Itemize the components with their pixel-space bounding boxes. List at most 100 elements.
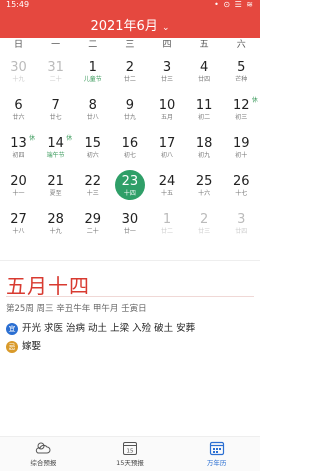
calendar-day[interactable]: 1 廿二 xyxy=(149,207,186,245)
day-number: 23 xyxy=(121,174,139,189)
day-number: 17 xyxy=(158,136,176,151)
status-time: 15:49 xyxy=(6,0,30,9)
holiday-rest-badge: 休 xyxy=(251,97,258,104)
weekday-label: 五 xyxy=(199,40,209,50)
calendar-day[interactable]: 4 廿四 xyxy=(186,55,223,93)
day-number: 25 xyxy=(195,174,213,189)
date-info: 第25周 周三 辛丑牛年 甲午月 壬寅日 xyxy=(6,304,147,314)
weekday-header: 日 一 二 三 四 五 六 xyxy=(0,38,260,52)
lunar-day: 二十 xyxy=(49,76,62,83)
weekday-label: 三 xyxy=(125,40,135,50)
ji-row: 忌嫁娶 xyxy=(6,338,41,353)
calendar-day[interactable]: 21 夏至 xyxy=(37,169,74,207)
calendar-day[interactable]: 31 二十 xyxy=(37,55,74,93)
yi-badge: 宜 xyxy=(6,322,18,335)
weekday-label: 日 xyxy=(14,40,24,50)
lunar-day: 儿童节 xyxy=(83,76,102,83)
day-number: 18 xyxy=(195,136,213,151)
nav-15day-forecast[interactable]: 15 15天预报 xyxy=(87,437,174,471)
ji-badge: 忌 xyxy=(6,340,18,353)
calendar-day[interactable]: 17 初八 xyxy=(149,131,186,169)
lunar-day: 初八 xyxy=(161,152,174,159)
calendar-day[interactable]: 18 初九 xyxy=(186,131,223,169)
lunar-day: 芒种 xyxy=(235,76,248,83)
weekday-label: 二 xyxy=(88,40,98,50)
month-title: 2021年6月 xyxy=(90,19,158,34)
calendar-day[interactable]: 16 初七 xyxy=(111,131,148,169)
calendar-day[interactable]: 6 廿六 xyxy=(0,93,37,131)
lunar-day: 廿四 xyxy=(198,76,211,83)
calendar-day[interactable]: 22 十三 xyxy=(74,169,111,207)
lunar-day: 廿六 xyxy=(12,114,25,121)
day-number: 31 xyxy=(47,60,64,75)
day-number: 6 xyxy=(14,98,23,113)
calendar-day[interactable]: 1 儿童节 xyxy=(74,55,111,93)
calendar-day[interactable]: 26 十七 xyxy=(223,169,260,207)
calendar-day[interactable]: 14 端午节休 xyxy=(37,131,74,169)
calendar-day[interactable]: 10 五月 xyxy=(149,93,186,131)
day-number: 4 xyxy=(200,60,209,75)
day-number: 15 xyxy=(84,136,102,151)
day-number: 19 xyxy=(233,136,250,151)
lunar-day: 廿四 xyxy=(235,228,248,235)
day-number: 8 xyxy=(88,98,97,113)
day-number: 3 xyxy=(237,212,246,227)
day-number: 7 xyxy=(51,98,60,113)
lunar-day: 十一 xyxy=(12,190,25,197)
day-number: 29 xyxy=(84,212,102,227)
lunar-day: 五月 xyxy=(161,114,174,121)
nav-perpetual-calendar[interactable]: 万年历 xyxy=(173,437,260,471)
lunar-day: 十九 xyxy=(49,228,62,235)
calendar-day[interactable]: 15 初六 xyxy=(74,131,111,169)
lunar-day: 廿九 xyxy=(123,114,136,121)
calendar-day[interactable]: 5 芒种 xyxy=(223,55,260,93)
calendar-15-icon: 15 xyxy=(87,439,174,457)
day-number: 26 xyxy=(233,174,250,189)
calendar-day[interactable]: 27 十八 xyxy=(0,207,37,245)
day-number: 16 xyxy=(121,136,139,151)
calendar-day[interactable]: 25 十六 xyxy=(186,169,223,207)
day-number: 9 xyxy=(125,98,135,113)
calendar-day[interactable]: 13 初四休 xyxy=(0,131,37,169)
calendar-day[interactable]: 19 初十 xyxy=(223,131,260,169)
calendar-day[interactable]: 23 十四 xyxy=(111,169,148,207)
yi-row: 宜开光 求医 治病 动土 上梁 入殓 破土 安葬 xyxy=(6,320,195,335)
weekday-label: 一 xyxy=(51,40,61,50)
calendar-day[interactable]: 3 廿四 xyxy=(223,207,260,245)
app-header: 15:49 • ⊙ ☰ ≋ 2021年6月 ⌄ xyxy=(0,0,260,38)
nav-comprehensive-forecast[interactable]: 综合预报 xyxy=(0,437,87,471)
calendar-day[interactable]: 29 二十 xyxy=(74,207,111,245)
calendar-day[interactable]: 24 十五 xyxy=(149,169,186,207)
calendar-day[interactable]: 12 初三休 xyxy=(223,93,260,131)
bottom-nav: 综合预报 15 15天预报 万年历 xyxy=(0,436,260,471)
lunar-day: 初四 xyxy=(12,152,25,159)
day-number: 24 xyxy=(158,174,176,189)
lunar-day: 十九 xyxy=(12,76,25,83)
day-number: 1 xyxy=(88,60,97,75)
lunar-day: 廿二 xyxy=(161,228,174,235)
month-selector[interactable]: 2021年6月 ⌄ xyxy=(0,15,260,34)
lunar-day: 十三 xyxy=(86,190,99,197)
calendar-day[interactable]: 8 廿八 xyxy=(74,93,111,131)
calendar-day[interactable]: 9 廿九 xyxy=(111,93,148,131)
day-number: 5 xyxy=(237,60,246,75)
calendar-icon xyxy=(173,439,260,457)
day-number: 27 xyxy=(10,212,27,227)
lunar-day: 二十 xyxy=(86,228,99,235)
calendar-day[interactable]: 2 廿三 xyxy=(186,207,223,245)
calendar-day[interactable]: 30 廿一 xyxy=(111,207,148,245)
lunar-day: 廿三 xyxy=(161,76,174,83)
nav-label: 15天预报 xyxy=(116,459,144,467)
weather-icon xyxy=(0,439,87,457)
lunar-day: 廿二 xyxy=(123,76,136,83)
calendar-day[interactable]: 3 廿三 xyxy=(149,55,186,93)
weekday-label: 六 xyxy=(236,40,246,50)
calendar-day[interactable]: 20 十一 xyxy=(0,169,37,207)
svg-text:15: 15 xyxy=(126,449,133,455)
calendar-day[interactable]: 7 廿七 xyxy=(37,93,74,131)
yi-text: 开光 求医 治病 动土 上梁 入殓 破土 安葬 xyxy=(22,323,196,334)
calendar-day[interactable]: 30 十九 xyxy=(0,55,37,93)
calendar-day[interactable]: 28 十九 xyxy=(37,207,74,245)
calendar-day[interactable]: 2 廿二 xyxy=(111,55,148,93)
calendar-day[interactable]: 11 初二 xyxy=(186,93,223,131)
